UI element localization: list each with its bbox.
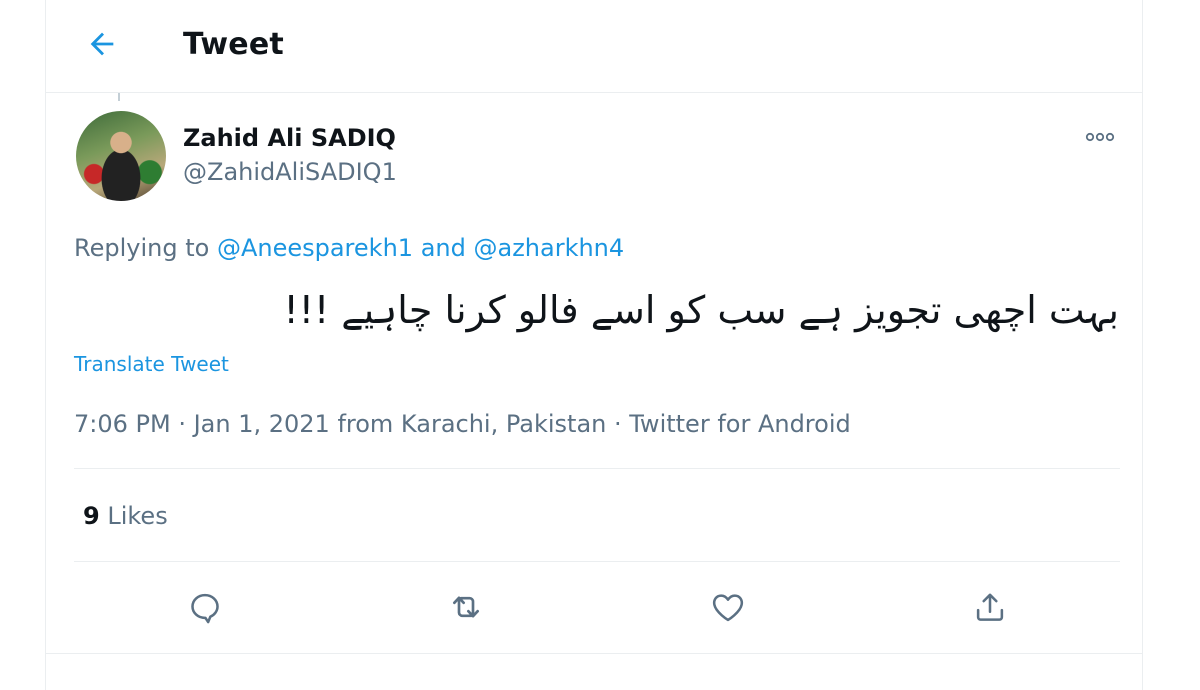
likes-number: 9 [83, 502, 100, 530]
tweet-text: بہت اچھی تجویز ہے سب کو اسے فالو کرنا چا… [283, 288, 1119, 332]
thread-connector-line [118, 93, 120, 101]
divider [74, 561, 1120, 562]
author-handle[interactable]: @ZahidAliSADIQ1 [183, 158, 397, 186]
replying-to-line: Replying to @Aneesparekh1 and @azharkhn4 [74, 234, 624, 262]
retweet-button[interactable] [443, 584, 489, 630]
reply-button[interactable] [182, 584, 228, 630]
avatar[interactable] [76, 111, 166, 201]
tweet-metadata[interactable]: 7:06 PM · Jan 1, 2021 from Karachi, Paki… [74, 410, 851, 438]
retweet-icon [453, 596, 479, 618]
share-icon [976, 593, 1004, 621]
translate-tweet-link[interactable]: Translate Tweet [74, 352, 229, 376]
mention-link-2[interactable]: @azharkhn4 [473, 234, 624, 262]
more-horizontal-icon [1085, 132, 1115, 142]
replying-prefix: Replying to [74, 234, 210, 262]
mention-link-1[interactable]: @Aneesparekh1 [217, 234, 413, 262]
more-options-button[interactable] [1080, 122, 1120, 152]
tweet-column: Tweet Zahid Ali SADIQ @ZahidAliSADIQ1 Re… [45, 0, 1143, 690]
author-display-name[interactable]: Zahid Ali SADIQ [183, 124, 396, 152]
divider [74, 468, 1120, 469]
page-title: Tweet [183, 27, 284, 62]
page-header: Tweet [46, 0, 1142, 93]
like-button[interactable] [705, 584, 751, 630]
divider [46, 653, 1142, 654]
share-button[interactable] [967, 584, 1013, 630]
arrow-left-icon [90, 32, 114, 56]
back-button[interactable] [82, 24, 122, 64]
heart-icon [712, 594, 744, 622]
likes-label: Likes [107, 502, 168, 530]
likes-count-link[interactable]: 9 Likes [83, 502, 168, 530]
replying-conjunction: and [420, 234, 466, 262]
reply-icon [191, 593, 219, 624]
